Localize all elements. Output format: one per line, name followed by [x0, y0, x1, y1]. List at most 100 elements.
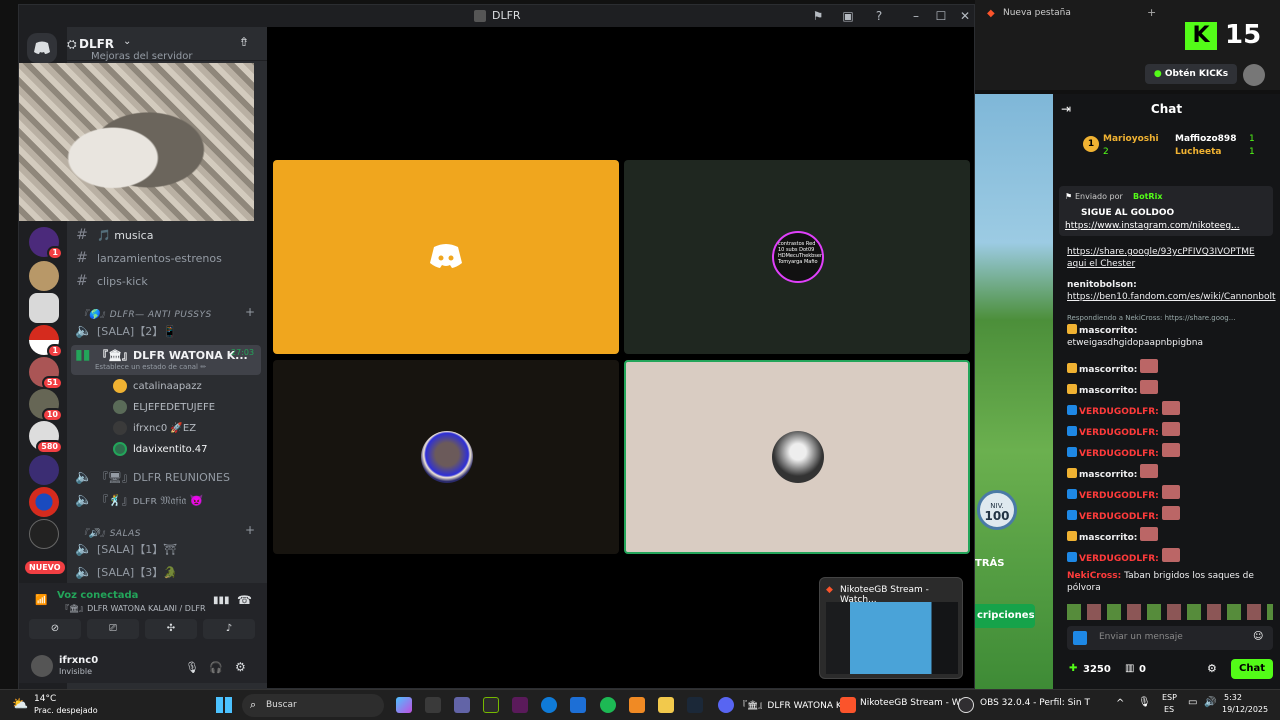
- chat-message[interactable]: mascorrito:: [1067, 464, 1273, 481]
- weather-temp[interactable]: 14°C: [34, 694, 56, 704]
- disconnect-icon[interactable]: ☎: [237, 593, 252, 607]
- activities-button[interactable]: ✣: [145, 619, 197, 639]
- camera-preview[interactable]: [19, 63, 254, 221]
- server-icon-face[interactable]: [29, 261, 59, 291]
- server-icon-purple[interactable]: [29, 455, 59, 485]
- add-channel-icon[interactable]: +: [245, 305, 255, 319]
- voice-status[interactable]: Voz conectada: [57, 590, 138, 601]
- chat-input[interactable]: Enviar un mensaje ☺: [1067, 626, 1273, 650]
- close-button[interactable]: ✕: [956, 8, 974, 24]
- chat-message[interactable]: mascorrito:: [1067, 359, 1273, 376]
- network-icon[interactable]: ▭: [1188, 697, 1197, 708]
- voice-channel-sala2[interactable]: 🔈 [SALA]【2】📱: [75, 321, 177, 341]
- voice-channel-reuniones[interactable]: 🔈 『🖥』DLFR REUNIONES: [75, 467, 230, 487]
- channel-musica[interactable]: # 🎵 musica: [75, 225, 153, 245]
- windows-start-icon[interactable]: [216, 697, 232, 713]
- chat-message[interactable]: VERDUGODLFR:: [1067, 485, 1273, 502]
- gifts-value[interactable]: 0: [1139, 664, 1146, 675]
- chat-message[interactable]: NekiCross: Taban brigidos los saques de …: [1067, 570, 1273, 594]
- obs-task-label[interactable]: OBS 32.0.4 - Perfil: Sin T: [980, 698, 1090, 708]
- taskbar-search[interactable]: ⌕ Buscar: [242, 694, 384, 717]
- server-icon-red[interactable]: 51: [29, 357, 63, 390]
- clock-date[interactable]: 19/12/2025: [1222, 705, 1268, 714]
- discord-home-icon[interactable]: [27, 33, 57, 63]
- chat-message[interactable]: VERDUGODLFR:: [1067, 506, 1273, 523]
- voice-tile-speaking[interactable]: [624, 360, 970, 554]
- discord-task-label[interactable]: 『🏛』DLFR WATONA KA: [738, 698, 848, 711]
- app-icon[interactable]: [629, 697, 645, 713]
- language-top[interactable]: ESP: [1162, 693, 1177, 702]
- voice-tile-discord[interactable]: [273, 160, 619, 354]
- chat-message[interactable]: VERDUGODLFR:: [1067, 422, 1273, 439]
- chevron-up-icon[interactable]: ^: [1116, 698, 1124, 709]
- soundboard-button[interactable]: ♪: [203, 619, 255, 639]
- chat-message[interactable]: VERDUGODLFR:: [1067, 548, 1273, 565]
- voice-channel-sala3[interactable]: 🔈 [SALA]【3】🐊: [75, 562, 177, 582]
- chat-message[interactable]: VERDUGODLFR:: [1067, 401, 1273, 418]
- voice-user[interactable]: ifrxnc0 🚀EZ: [113, 419, 196, 437]
- profile-avatar[interactable]: [1243, 64, 1265, 86]
- get-kicks-button[interactable]: ● Obtén KICKs: [1145, 64, 1237, 84]
- server-icon-logo[interactable]: 580: [29, 421, 63, 454]
- user-avatar[interactable]: [31, 655, 53, 677]
- discord-task-icon[interactable]: [718, 697, 734, 713]
- server-icon-circle[interactable]: [29, 487, 59, 517]
- channel-clips-kick[interactable]: # clips-kick: [75, 271, 148, 291]
- noise-suppression-icon[interactable]: ▮▮▮: [213, 595, 230, 606]
- help-icon[interactable]: ?: [870, 8, 888, 24]
- voice-user[interactable]: catalinaapazz: [113, 377, 202, 395]
- voice-tile-contrastos[interactable]: contrastos Red 10 subs Dot09 HDMecuThekb…: [624, 160, 970, 354]
- server-icon-chile[interactable]: 1: [29, 325, 63, 358]
- voice-tile-user[interactable]: [273, 360, 619, 554]
- voice-channel-sala1[interactable]: 🔈 [SALA]【1】⛩: [75, 539, 177, 559]
- copilot-icon[interactable]: [396, 697, 412, 713]
- file-explorer-icon[interactable]: [658, 697, 674, 713]
- send-chat-button[interactable]: Chat: [1231, 659, 1273, 679]
- pinned-message[interactable]: ⚑ Enviado por BotRix SIGUE AL GOLDOO htt…: [1059, 186, 1273, 236]
- voice-user[interactable]: ldavixentito.47: [113, 440, 208, 458]
- add-friend-icon[interactable]: ⇮: [239, 35, 249, 49]
- channel-lanzamientos[interactable]: # lanzamientos-estrenos: [75, 248, 222, 268]
- screen-share-button[interactable]: ⎚: [87, 619, 139, 639]
- teams-icon[interactable]: [454, 697, 470, 713]
- kick-task-label[interactable]: NikoteeGB Stream - Wa: [860, 698, 966, 708]
- channel-status-hint[interactable]: Establece un estado de canal ✏: [95, 363, 206, 371]
- nvidia-icon[interactable]: [483, 697, 499, 713]
- tab-title[interactable]: Nueva pestaña: [1003, 8, 1071, 18]
- chat-message[interactable]: mascorrito: etweigasdhgidopaapnbpigbna: [1067, 324, 1273, 349]
- voice-channel-path[interactable]: 『🏛』DLFR WATONA KALANI / DLFR: [61, 603, 206, 614]
- category-salas[interactable]: 『🔊』SALAS: [79, 526, 141, 539]
- volume-icon[interactable]: 🔊: [1204, 697, 1216, 708]
- microphone-icon[interactable]: 🎙: [1138, 697, 1151, 708]
- brave-task-icon[interactable]: [840, 697, 856, 713]
- voice-channel-mafia[interactable]: 🔈 『🕺』ᴅʟꜰʀ 𝔐𝔞𝔣𝔦𝔞 👿: [75, 490, 203, 510]
- subscriptions-button[interactable]: cripciones: [975, 604, 1035, 628]
- server-icon-group[interactable]: 10: [29, 389, 63, 422]
- minimize-button[interactable]: –: [907, 8, 925, 24]
- gifter-name[interactable]: Maffiozo898: [1175, 134, 1236, 144]
- points-value[interactable]: 3250: [1083, 664, 1111, 675]
- gifter-name[interactable]: Marioyoshi: [1103, 134, 1159, 144]
- settings-gear-icon[interactable]: ⚙: [235, 660, 246, 674]
- server-icon-beto[interactable]: 1: [29, 227, 63, 260]
- chat-message[interactable]: mascorrito:: [1067, 527, 1273, 544]
- category-anti-pussys[interactable]: 『🌎』DLFR— ANTI PUSSYS: [79, 307, 212, 320]
- server-icon-gonzalo[interactable]: [29, 519, 59, 549]
- voice-user[interactable]: ELJEFEDETUJEFE: [113, 398, 215, 416]
- stream-video-strip[interactable]: NIV. 100 TRÁS cripciones: [975, 94, 1053, 689]
- steam-icon[interactable]: [687, 697, 703, 713]
- server-icon-white[interactable]: [29, 293, 59, 323]
- app-icon[interactable]: [512, 697, 528, 713]
- chat-message[interactable]: https://share.google/93ycPFIVQ3IVOPTME a…: [1067, 246, 1273, 270]
- clock-time[interactable]: 5:32: [1224, 693, 1242, 702]
- camera-off-button[interactable]: ⊘: [29, 619, 81, 639]
- emote-bar[interactable]: [1067, 604, 1273, 620]
- microphone-icon[interactable]: 🎙: [185, 661, 199, 674]
- emoji-icon[interactable]: ☺: [1253, 631, 1263, 642]
- taskbar-preview[interactable]: ◆ NikoteeGB Stream - Watch...: [819, 577, 963, 679]
- spotify-icon[interactable]: [600, 697, 616, 713]
- gifter-name[interactable]: Lucheeta: [1175, 147, 1221, 157]
- chat-settings-icon[interactable]: ⚙: [1207, 662, 1217, 675]
- headphones-icon[interactable]: 🎧: [209, 661, 223, 674]
- chat-message[interactable]: nenitobolson: https://ben10.fandom.com/es…: [1067, 279, 1276, 303]
